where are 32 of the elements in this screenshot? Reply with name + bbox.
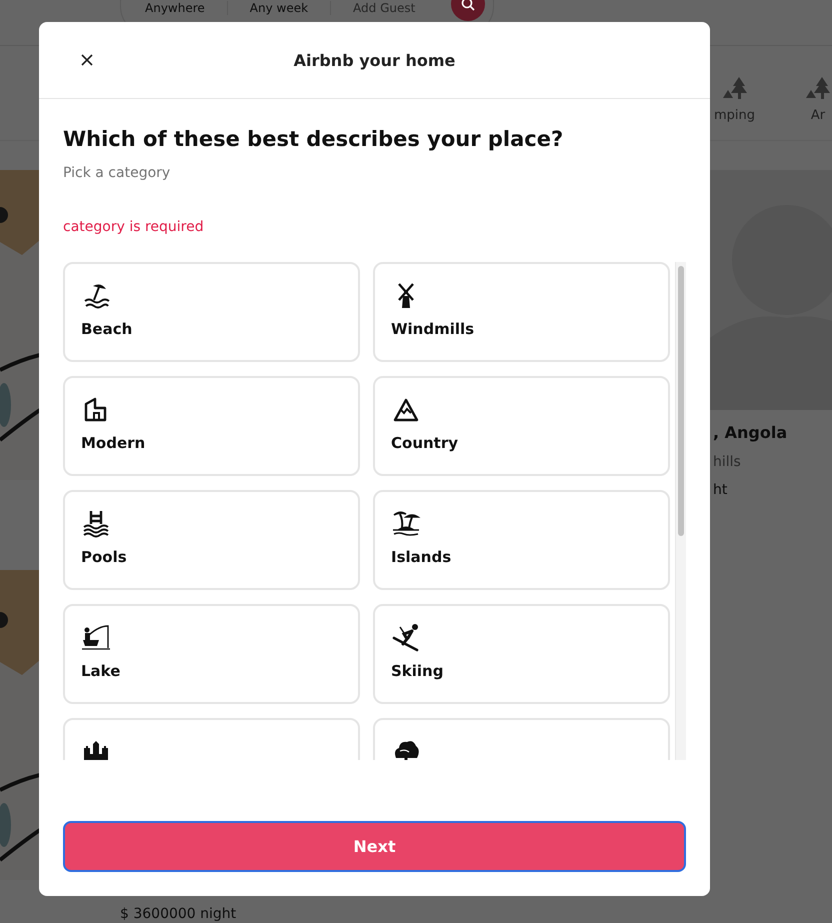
category-label: Beach bbox=[81, 320, 134, 338]
skier-icon bbox=[391, 622, 421, 652]
category-label: Country bbox=[391, 434, 460, 452]
category-label: Pools bbox=[81, 548, 128, 566]
category-label: Windmills bbox=[391, 320, 476, 338]
category-label: Modern bbox=[81, 434, 146, 452]
pool-ladder-icon bbox=[81, 508, 111, 538]
category-label: Islands bbox=[391, 548, 452, 566]
listing-category: hills bbox=[713, 454, 741, 470]
category-card[interactable]: Islands bbox=[373, 490, 670, 590]
listing-location: , Angola bbox=[713, 423, 788, 442]
heading: Which of these best describes your place? bbox=[63, 126, 564, 153]
tent-tree-icon bbox=[722, 76, 748, 100]
category-card[interactable]: Pools bbox=[63, 490, 360, 590]
tent-tree-icon bbox=[805, 76, 832, 100]
category-card[interactable]: Windmills bbox=[373, 262, 670, 362]
category-card[interactable]: Skiing bbox=[373, 604, 670, 704]
next-button[interactable]: Next bbox=[63, 821, 686, 872]
category-card[interactable]: Country bbox=[373, 376, 670, 476]
modal-title: Airbnb your home bbox=[294, 50, 456, 70]
category-label: Lake bbox=[81, 662, 122, 680]
category-label: Skiing bbox=[391, 662, 444, 680]
error-message: category is required bbox=[63, 219, 205, 235]
category-card[interactable]: Lake bbox=[63, 604, 360, 704]
listing-price: ht bbox=[713, 482, 728, 498]
scrollbar[interactable] bbox=[675, 262, 686, 760]
listing-price: $ 3600000 night bbox=[120, 906, 236, 922]
close-icon bbox=[81, 54, 93, 66]
category-card[interactable]: Modern bbox=[63, 376, 360, 476]
search-icon bbox=[461, 0, 475, 11]
category-card[interactable]: Beach bbox=[63, 262, 360, 362]
subheading: Pick a category bbox=[63, 165, 172, 181]
